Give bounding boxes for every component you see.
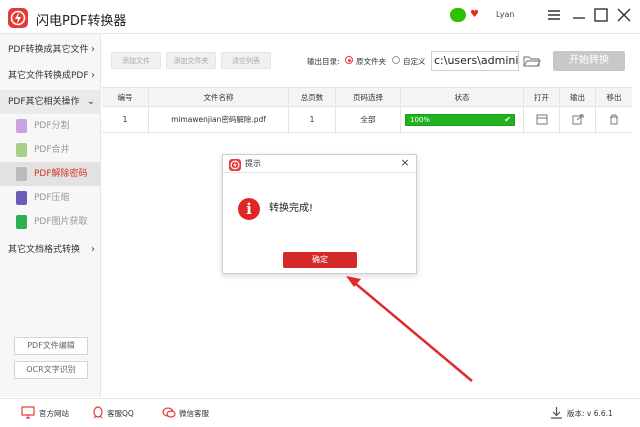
col-header: 移出 xyxy=(606,93,622,102)
app-logo-icon xyxy=(8,8,28,28)
output-path-input[interactable]: c:\users\administ xyxy=(431,51,519,71)
folder-icon[interactable] xyxy=(523,54,542,71)
clear-list-button[interactable]: 清空列表 xyxy=(221,52,271,69)
version-label: 版本: v 6.6.1 xyxy=(567,409,613,418)
sidebar-sub-label: PDF压缩 xyxy=(34,193,70,203)
cell-open xyxy=(524,107,560,133)
radio-custom-folder[interactable] xyxy=(392,56,400,64)
wechat-support-link[interactable]: 微信客服 xyxy=(179,408,209,419)
sidebar-sub-label: PDF解除密码 xyxy=(34,169,88,179)
sidebar-sub-pdf-image-extract[interactable]: PDF图片获取 xyxy=(0,210,101,234)
chevron-right-icon: › xyxy=(91,70,95,81)
dialog-close-icon[interactable]: × xyxy=(399,156,411,169)
chevron-right-icon: › xyxy=(91,44,95,55)
completion-dialog: 提示 × i 转换完成! 确定 xyxy=(222,154,417,274)
col-header: 输出 xyxy=(560,88,596,108)
lock-icon xyxy=(16,167,27,181)
sidebar-item-label: 其它文档格式转换 xyxy=(8,245,81,255)
title-bar: 闪电PDF转换器 ♥ Lyan xyxy=(0,0,640,34)
add-folder-button[interactable]: 添加文件夹 xyxy=(166,52,216,69)
radio-source-folder[interactable] xyxy=(345,56,353,64)
col-header: 页码选择 xyxy=(336,88,401,108)
image-extract-icon xyxy=(16,215,27,229)
app-title: 闪电PDF转换器 xyxy=(36,14,127,29)
add-file-button[interactable]: 添加文件 xyxy=(111,52,161,69)
menu-icon[interactable] xyxy=(545,6,563,24)
radio-source-label: 原文件夹 xyxy=(356,57,386,66)
footer: 官方网站 客服QQ 微信客服 版本: v 6.6.1 xyxy=(0,398,640,427)
table-header: 编号 文件名称 总页数 页码选择 状态 打开 输出 移出 xyxy=(102,87,632,108)
sidebar-sub-pdf-split[interactable]: PDF分割 xyxy=(0,114,101,138)
divider xyxy=(223,172,416,173)
table-row[interactable]: 1 mimawenjian密码解除.pdf 1 全部 100% ✔ xyxy=(102,107,632,133)
cell-num: 1 xyxy=(102,107,149,133)
dialog-title: 提示 xyxy=(245,159,261,168)
close-icon[interactable] xyxy=(615,6,633,24)
annotation-arrow-icon xyxy=(346,276,473,382)
sidebar-sub-pdf-compress[interactable]: PDF压缩 xyxy=(0,186,101,210)
progress-text: 100% xyxy=(410,116,431,124)
dialog-logo-icon xyxy=(229,159,241,171)
qq-support-link[interactable]: 客服QQ xyxy=(107,408,134,419)
output-dir-label: 输出目录: xyxy=(307,57,340,66)
wechat-icon[interactable] xyxy=(450,8,466,22)
sidebar-item-label: PDF转换成其它文件 xyxy=(8,45,89,55)
start-convert-button[interactable]: 开始转换 xyxy=(553,51,625,71)
merge-icon xyxy=(16,143,27,157)
export-icon[interactable] xyxy=(572,114,584,125)
col-header: 状态 xyxy=(401,88,524,108)
col-header: 编号 xyxy=(102,88,149,108)
user-name[interactable]: Lyan xyxy=(496,10,514,19)
cell-range[interactable]: 全部 xyxy=(336,107,401,133)
dialog-message: 转换完成! xyxy=(269,203,314,214)
trash-icon[interactable] xyxy=(608,114,620,125)
info-icon: i xyxy=(238,198,260,220)
col-header: 总页数 xyxy=(289,88,336,108)
compress-icon xyxy=(16,191,27,205)
cell-remove xyxy=(596,107,632,133)
qq-icon[interactable] xyxy=(92,406,104,420)
official-site-link[interactable]: 官方网站 xyxy=(39,408,69,419)
sidebar-item-other-formats[interactable]: 其它文档格式转换 › xyxy=(0,238,101,262)
vip-icon[interactable]: ♥ xyxy=(470,10,480,20)
wechat-support-icon[interactable] xyxy=(162,406,176,419)
open-folder-icon[interactable] xyxy=(536,114,548,125)
sidebar-sub-label: PDF合并 xyxy=(34,145,70,155)
col-header: 文件名称 xyxy=(149,88,289,108)
pdf-edit-button[interactable]: PDF文件编辑 xyxy=(14,337,88,355)
split-icon xyxy=(16,119,27,133)
sidebar-sub-label: PDF图片获取 xyxy=(34,217,88,227)
chevron-right-icon: › xyxy=(91,244,95,255)
download-icon xyxy=(551,407,562,419)
minimize-icon[interactable] xyxy=(570,6,588,24)
sidebar: PDF转换成其它文件 › 其它文件转换成PDF › PDF其它相关操作 ⌄ PD… xyxy=(0,34,101,397)
check-icon: ✔ xyxy=(504,115,511,124)
website-icon[interactable] xyxy=(21,406,35,419)
progress-bar: 100% ✔ xyxy=(405,114,515,126)
sidebar-item-pdf-to-other[interactable]: PDF转换成其它文件 › xyxy=(0,38,101,62)
ocr-button[interactable]: OCR文字识别 xyxy=(14,361,88,379)
sidebar-sub-pdf-unlock[interactable]: PDF解除密码 xyxy=(0,162,101,186)
cell-status: 100% ✔ xyxy=(401,107,524,133)
col-header: 打开 xyxy=(524,88,560,108)
cell-pages: 1 xyxy=(289,107,336,133)
sidebar-item-pdf-other-ops[interactable]: PDF其它相关操作 ⌄ xyxy=(0,90,101,114)
sidebar-item-label: 其它文件转换成PDF xyxy=(8,71,89,81)
chevron-down-icon: ⌄ xyxy=(86,96,95,107)
sidebar-item-label: PDF其它相关操作 xyxy=(8,97,80,107)
cell-output xyxy=(560,107,596,133)
sidebar-sub-label: PDF分割 xyxy=(34,121,70,131)
maximize-icon[interactable] xyxy=(592,6,610,24)
sidebar-sub-pdf-merge[interactable]: PDF合并 xyxy=(0,138,101,162)
radio-custom-label: 自定义 xyxy=(403,57,426,66)
cell-filename: mimawenjian密码解除.pdf xyxy=(149,107,289,133)
sidebar-item-other-to-pdf[interactable]: 其它文件转换成PDF › xyxy=(0,64,101,88)
